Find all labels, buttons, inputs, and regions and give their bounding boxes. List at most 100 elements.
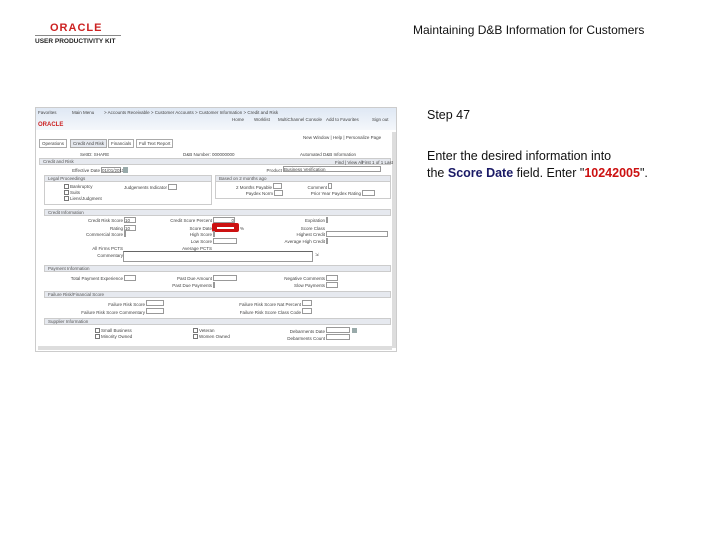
tab-financials[interactable]: Financials [108,139,135,148]
two-months-input[interactable] [273,183,282,189]
judgement-input[interactable] [168,184,177,190]
negative-comments-input[interactable] [326,275,338,281]
label: Veteran [199,328,215,333]
text: ". [639,166,648,180]
text: the [427,166,448,180]
veteran-checkbox[interactable] [193,328,198,333]
tab-full-text-report[interactable]: Full Text Report [136,139,174,148]
label: Failure Risk Score [108,302,145,307]
liens-checkbox[interactable] [64,196,69,201]
label: Debarments Date [289,329,325,334]
section-title: Supplier Information [48,319,89,324]
link-worklist[interactable]: Worklist [254,117,270,122]
label: Past Due Amount [176,276,212,281]
small-business-checkbox[interactable] [95,328,100,333]
label: Small Business [101,328,132,333]
label: Past Due Payments [172,283,212,288]
label: Rating [109,226,123,231]
label: Credit Score Percent [170,218,212,223]
breadcrumb[interactable]: > Accounts Receivable > Customer Account… [104,110,278,115]
commentary-textarea[interactable] [123,251,313,262]
label: Bankruptcy [70,184,93,189]
failure-class-input[interactable] [302,308,312,314]
nav-favorites[interactable]: Favorites [38,110,57,115]
total-payment-input[interactable] [124,275,136,281]
avg-credit-input[interactable] [326,238,328,244]
label: All Firms PCTS [92,246,123,251]
tab-credit-and-risk[interactable]: Credit And Risk [70,139,108,148]
failure-score-input[interactable] [146,300,164,306]
label: Women Owned [199,334,230,339]
label: Credit Risk Score [87,218,123,223]
women-owned-checkbox[interactable] [193,334,198,339]
slow-payments-input[interactable] [326,282,338,288]
effective-date-input[interactable]: 01/01/2011 [101,167,124,173]
failure-commentary-input[interactable] [146,308,164,314]
section-title: Credit Information [48,210,84,215]
section-title: Payment Information [48,266,90,271]
failure-nat-percent-input[interactable] [302,300,312,306]
label: Score Class [300,226,325,231]
label: Failure Risk Score Class Code [239,310,301,315]
setid: SetID: SHARE [80,152,110,157]
label: Effective Date [72,168,100,173]
label: Commentary [97,253,123,258]
instruction-line: Enter the desired information into [427,149,612,163]
label: Total Payment Experience [70,276,123,281]
debarments-count-input[interactable] [326,334,350,340]
link-home[interactable]: Home [232,117,244,122]
section-title: Failure Risk/Financial Score [48,292,105,297]
label: Suits [70,190,81,195]
label: Failure Risk Score Commentary [81,310,145,315]
field-name: Score Date [447,166,514,180]
credit-risk-score-input[interactable]: 10 [124,217,136,223]
label: 2 Months Payable [235,185,272,190]
label: Minority Owned [101,334,133,339]
label: Average High Credit [284,239,325,244]
link-multichannel[interactable]: MultiChannel Console [278,117,322,122]
label: High Score [189,232,212,237]
expand-icon[interactable]: ⇲ [315,252,319,257]
prior-year-input[interactable] [362,190,375,196]
label: Commercial Score [85,232,123,237]
highest-credit-input[interactable] [326,231,388,237]
label: Paydex Norm [245,191,273,196]
step-label: Step 47 [427,108,471,122]
text: field. Enter " [513,166,585,180]
link-signout[interactable]: Sign out [372,117,389,122]
instructions: Step 47 Enter the desired information in… [427,107,648,182]
high-score-input[interactable] [213,231,215,237]
minority-owned-checkbox[interactable] [95,334,100,339]
find-link[interactable]: Find | View All [335,160,363,165]
comment-input[interactable] [328,183,332,189]
page-links[interactable]: New Window | Help | Personalize Page [303,135,381,140]
past-due-payments-input[interactable] [213,282,215,288]
bankruptcy-checkbox[interactable] [64,184,69,189]
horizontal-scrollbar[interactable] [38,346,392,350]
product-select[interactable]: Business Verification [283,166,381,172]
label: Judgements Indicator [124,185,168,190]
past-due-amount-input[interactable] [213,275,237,281]
value-to-enter: 10242005 [584,166,640,180]
section-title: Credit and Risk [43,159,74,164]
calendar-icon[interactable] [352,328,357,333]
commercial-score-input[interactable] [124,231,126,237]
pager[interactable]: First 1 of 1 Last [362,160,393,165]
tab-operations[interactable]: Operations [39,139,68,148]
expiration-input[interactable] [326,217,328,223]
low-score-input[interactable] [213,238,237,244]
suits-checkbox[interactable] [64,190,69,195]
instruction-line: the Score Date field. Enter "10242005". [427,165,648,182]
link-favorites[interactable]: Add to Favorites [326,117,359,122]
debarments-date-input[interactable] [326,327,350,333]
duns-number: D&B Number: 000000000 [183,152,235,157]
nav-main-menu[interactable]: Main Menu [72,110,94,115]
score-date-input[interactable] [212,223,239,232]
automated-link[interactable]: Automated D&B Information [300,152,356,157]
label: Highest Credit [296,232,325,237]
label: Liens/Judgment [70,196,102,201]
label: Negative Comments [284,276,325,281]
calendar-icon[interactable] [123,167,128,173]
paydex-norm-input[interactable] [274,190,283,196]
label: Slow Payments [293,283,325,288]
